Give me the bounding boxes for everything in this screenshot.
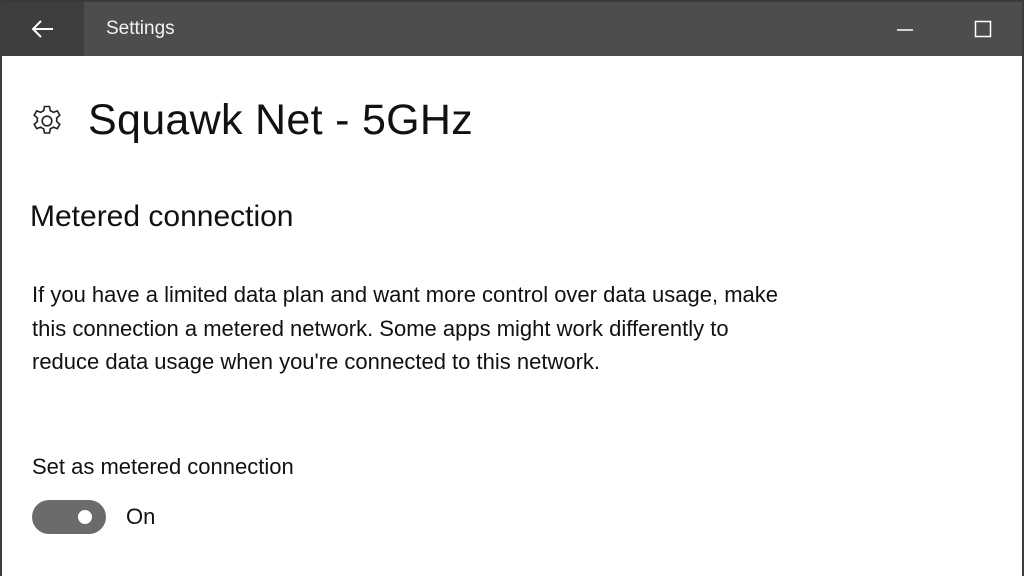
maximize-icon xyxy=(974,20,992,38)
minimize-button[interactable] xyxy=(866,2,944,56)
section-title-metered: Metered connection xyxy=(30,200,294,233)
title-bar: Settings xyxy=(2,0,1022,56)
metered-description: If you have a limited data plan and want… xyxy=(32,282,778,374)
metered-toggle-switch[interactable] xyxy=(32,500,106,534)
settings-content: Squawk Net - 5GHz Metered connection If … xyxy=(2,56,1022,576)
metered-toggle-row: On xyxy=(32,500,155,534)
maximize-button[interactable] xyxy=(944,2,1022,56)
toggle-knob xyxy=(78,510,92,524)
gear-icon xyxy=(33,105,61,134)
settings-window: Settings Squawk Net - 5GHz Metered conne… xyxy=(0,0,1024,576)
minimize-icon xyxy=(897,29,913,31)
page-title: Squawk Net - 5GHz xyxy=(88,96,474,144)
window-title: Settings xyxy=(106,18,175,39)
page-header: Squawk Net - 5GHz xyxy=(30,96,473,145)
back-button[interactable] xyxy=(2,2,84,56)
back-arrow-icon xyxy=(32,20,53,38)
toggle-state-label: On xyxy=(126,504,156,529)
metered-toggle-label: Set as metered connection xyxy=(32,454,294,479)
